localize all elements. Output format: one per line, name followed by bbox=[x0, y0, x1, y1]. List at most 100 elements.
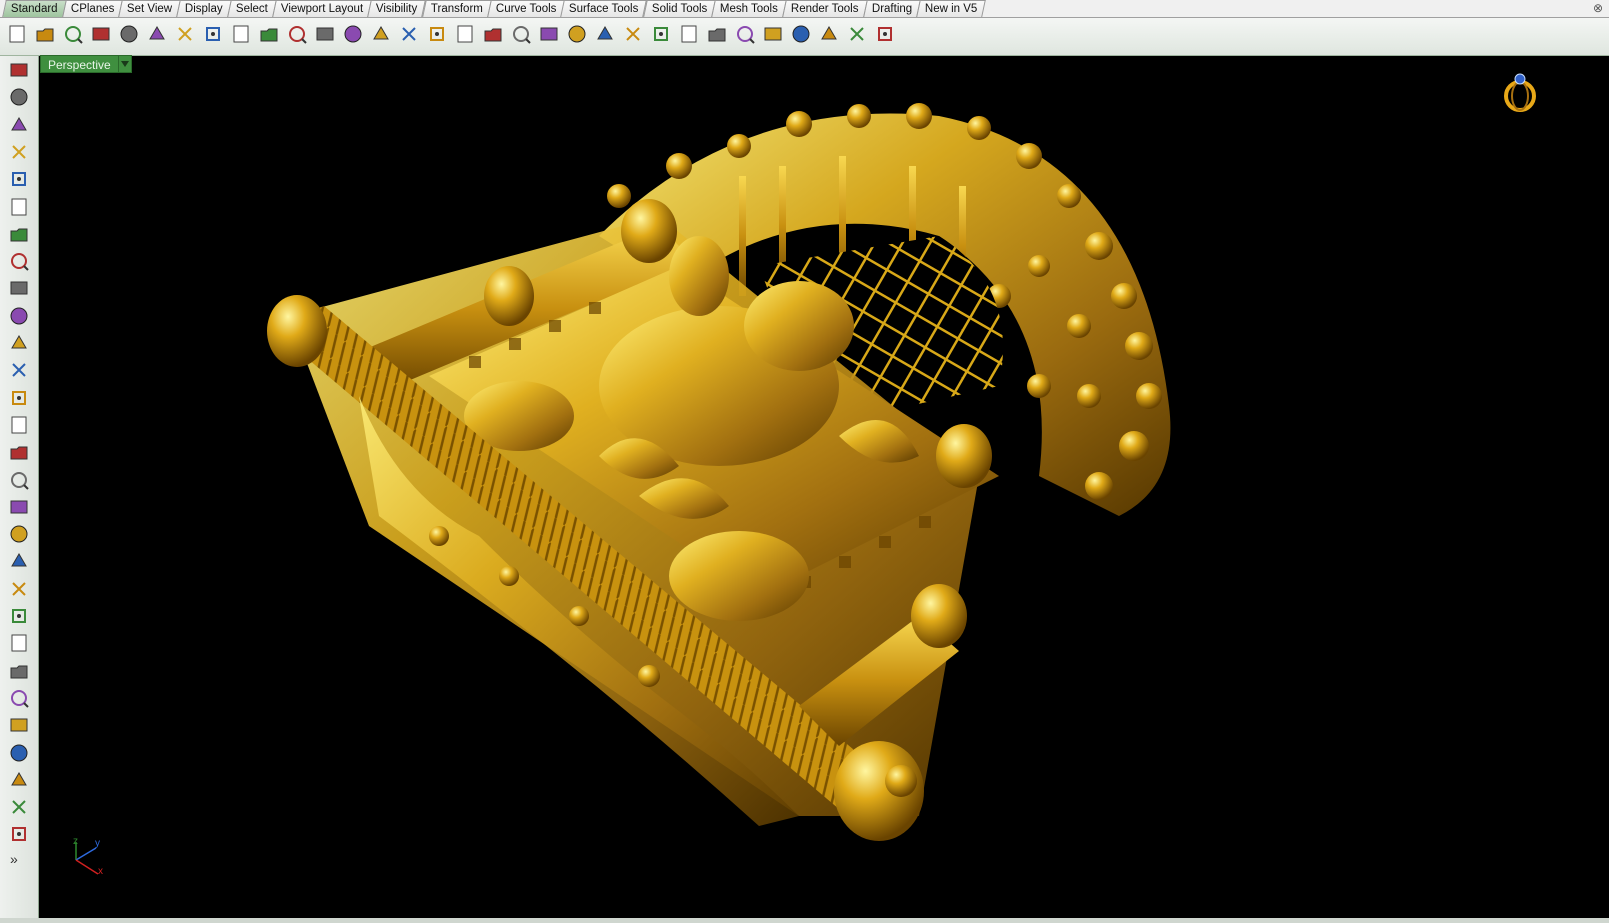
point-icon[interactable] bbox=[6, 85, 32, 109]
tab-cplanes[interactable]: CPlanes bbox=[61, 0, 123, 17]
curve-offset-icon[interactable] bbox=[6, 659, 32, 683]
tab-label: Curve Tools bbox=[495, 3, 557, 15]
tab-render-tools[interactable]: Render Tools bbox=[782, 0, 868, 17]
undo-icon[interactable] bbox=[228, 21, 254, 47]
render-sphere-icon[interactable] bbox=[732, 21, 758, 47]
zoom-extents-icon[interactable] bbox=[368, 21, 394, 47]
four-viewports-icon[interactable] bbox=[452, 21, 478, 47]
snap-grid-icon[interactable] bbox=[564, 21, 590, 47]
zoom-dynamic-icon[interactable] bbox=[340, 21, 366, 47]
tab-viewport-layout[interactable]: Viewport Layout bbox=[272, 0, 373, 17]
polygon-icon[interactable] bbox=[6, 222, 32, 246]
surface-corner-icon[interactable] bbox=[6, 331, 32, 355]
rotate-camera-icon[interactable] bbox=[424, 21, 450, 47]
viewport-title-tab[interactable]: Perspective bbox=[40, 55, 132, 73]
edit-points-icon[interactable] bbox=[6, 795, 32, 819]
split-icon[interactable] bbox=[6, 577, 32, 601]
ellipse-icon[interactable] bbox=[6, 195, 32, 219]
mesh-plane-icon[interactable] bbox=[6, 468, 32, 492]
tab-select[interactable]: Select bbox=[227, 0, 277, 17]
print-icon[interactable] bbox=[88, 21, 114, 47]
lock-icon[interactable] bbox=[620, 21, 646, 47]
toolbar-tabstrip: Standard CPlanes Set View Display Select View… bbox=[0, 0, 1609, 18]
rectangle-icon[interactable] bbox=[6, 249, 32, 273]
ring-view-icon[interactable] bbox=[1500, 70, 1540, 114]
color-wheel-icon[interactable] bbox=[676, 21, 702, 47]
more-tools-icon[interactable]: » bbox=[10, 851, 18, 867]
tab-mesh-tools[interactable]: Mesh Tools bbox=[711, 0, 787, 17]
tab-set-view[interactable]: Set View bbox=[118, 0, 182, 17]
select-arrow-icon[interactable] bbox=[6, 58, 32, 82]
tab-label: Drafting bbox=[871, 3, 912, 15]
cylinder-icon[interactable] bbox=[6, 440, 32, 464]
blue-sphere-icon[interactable] bbox=[760, 21, 786, 47]
tab-surface-tools[interactable]: Surface Tools bbox=[560, 0, 648, 17]
tab-new-in-v5[interactable]: New in V5 bbox=[916, 0, 987, 17]
tab-list: Standard CPlanes Set View Display Select View… bbox=[0, 0, 1609, 17]
flag-icon[interactable] bbox=[788, 21, 814, 47]
lightbulb-icon[interactable] bbox=[592, 21, 618, 47]
tab-drafting[interactable]: Drafting bbox=[862, 0, 921, 17]
shaded-icon[interactable] bbox=[508, 21, 534, 47]
standard-toolbar bbox=[0, 18, 1609, 56]
tab-label: Render Tools bbox=[790, 3, 859, 15]
boolean-union-icon[interactable] bbox=[6, 413, 32, 437]
ungroup-icon[interactable] bbox=[6, 631, 32, 655]
move-arrow-icon[interactable] bbox=[6, 522, 32, 546]
open-folder-icon[interactable] bbox=[32, 21, 58, 47]
car-render-icon[interactable] bbox=[480, 21, 506, 47]
rotate-view-icon[interactable] bbox=[284, 21, 310, 47]
copy-icon[interactable] bbox=[172, 21, 198, 47]
polyline-icon[interactable] bbox=[6, 113, 32, 137]
dimension-icon[interactable] bbox=[844, 21, 870, 47]
cube-view-icon[interactable] bbox=[6, 822, 32, 846]
trim-icon[interactable] bbox=[6, 549, 32, 573]
cut-icon[interactable] bbox=[144, 21, 170, 47]
save-icon[interactable] bbox=[60, 21, 86, 47]
circle-icon[interactable] bbox=[6, 167, 32, 191]
tab-label: Standard bbox=[10, 3, 58, 15]
tab-transform[interactable]: Transform bbox=[421, 0, 492, 17]
extrude-surface-icon[interactable] bbox=[6, 358, 32, 382]
array-icon[interactable] bbox=[6, 768, 32, 792]
tab-display[interactable]: Display bbox=[176, 0, 232, 17]
tab-label: New in V5 bbox=[924, 3, 978, 15]
box-solid-icon[interactable] bbox=[6, 386, 32, 410]
curve-blend-icon[interactable] bbox=[6, 686, 32, 710]
gear-solid-icon[interactable] bbox=[6, 495, 32, 519]
sphere-material-icon[interactable] bbox=[704, 21, 730, 47]
text-icon[interactable] bbox=[6, 713, 32, 737]
tab-label: CPlanes bbox=[70, 3, 115, 15]
axis-x-label: x bbox=[98, 866, 103, 877]
tab-standard[interactable]: Standard bbox=[2, 0, 67, 17]
scale-icon[interactable] bbox=[6, 741, 32, 765]
tab-label: Transform bbox=[430, 3, 483, 15]
tab-label: Solid Tools bbox=[651, 3, 707, 15]
bottom-border bbox=[0, 918, 1609, 923]
arc-icon[interactable] bbox=[6, 276, 32, 300]
circle-target-icon[interactable] bbox=[536, 21, 562, 47]
tab-label: Set View bbox=[127, 3, 173, 15]
zoom-window-icon[interactable] bbox=[312, 21, 338, 47]
group-icon[interactable] bbox=[6, 604, 32, 628]
gold-jewelry-model[interactable] bbox=[39, 56, 1609, 918]
viewport-dropdown-icon[interactable] bbox=[118, 55, 132, 73]
left-toolbar: » bbox=[0, 56, 39, 923]
axis-z-label: z bbox=[73, 836, 78, 847]
new-file-icon[interactable] bbox=[4, 21, 30, 47]
gear-options-icon[interactable] bbox=[816, 21, 842, 47]
viewport-title[interactable]: Perspective bbox=[40, 55, 119, 73]
tab-visibility[interactable]: Visibility bbox=[367, 0, 427, 17]
tab-curve-tools[interactable]: Curve Tools bbox=[486, 0, 565, 17]
fillet-curve-icon[interactable] bbox=[6, 304, 32, 328]
tab-solid-tools[interactable]: Solid Tools bbox=[642, 0, 716, 17]
shield-layer-icon[interactable] bbox=[648, 21, 674, 47]
help-icon[interactable] bbox=[872, 21, 898, 47]
import-icon[interactable] bbox=[116, 21, 142, 47]
close-tabs-icon[interactable]: ⊗ bbox=[1591, 1, 1605, 15]
zoom-selected-icon[interactable] bbox=[396, 21, 422, 47]
paste-icon[interactable] bbox=[200, 21, 226, 47]
toolbar-icon-row bbox=[4, 21, 900, 47]
curve-control-icon[interactable] bbox=[6, 140, 32, 164]
pan-hand-icon[interactable] bbox=[256, 21, 282, 47]
